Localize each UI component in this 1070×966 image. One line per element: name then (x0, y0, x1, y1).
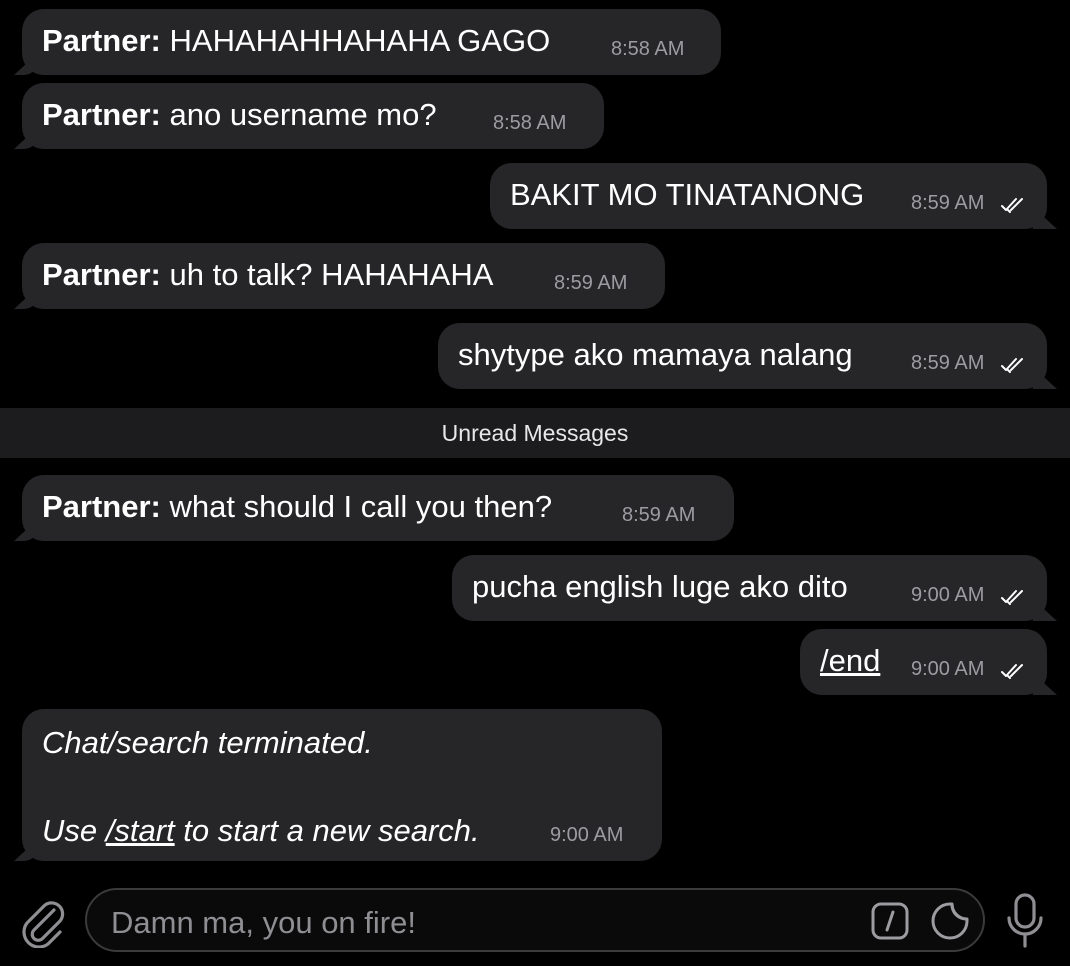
read-checkmarks-icon (1001, 664, 1023, 679)
message-time: 9:00 AM (911, 658, 985, 680)
message-bubble-incoming[interactable]: Partner: HAHAHAHHAHAHA GAGO 8:58 AM (22, 9, 721, 75)
message-bubble-incoming[interactable]: Partner: ano username mo? 8:58 AM (22, 83, 604, 149)
read-checkmarks-icon (1001, 198, 1023, 213)
message-time: 8:59 AM (911, 192, 985, 214)
message-time: 9:00 AM (550, 824, 624, 846)
message-input[interactable]: Damn ma, you on fire! (85, 888, 985, 952)
system-message-line: Use /start to start a new search. (42, 813, 480, 849)
read-checkmarks-icon (1001, 358, 1023, 373)
system-message-text: to start a new search. (174, 813, 480, 848)
message-input-placeholder: Damn ma, you on fire! (111, 905, 416, 940)
message-text: Partner: ano username mo? (42, 99, 437, 130)
start-command-link[interactable]: /start (106, 813, 175, 848)
message-body: uh to talk? HAHAHAHA (169, 256, 494, 292)
read-checkmarks-icon (1001, 590, 1023, 605)
message-text: Partner: what should I call you then? (42, 491, 552, 522)
message-bubble-outgoing[interactable]: BAKIT MO TINATANONG 8:59 AM (490, 163, 1047, 229)
sticker-icon[interactable] (930, 901, 970, 941)
message-time: 8:59 AM (622, 504, 696, 526)
message-text: Partner: HAHAHAHHAHAHA GAGO (42, 25, 550, 56)
message-time: 8:59 AM (911, 352, 985, 374)
message-body: what should I call you then? (169, 488, 553, 524)
message-text: pucha english luge ako dito (472, 568, 848, 604)
message-time: 8:58 AM (493, 112, 567, 134)
microphone-icon[interactable] (1005, 892, 1045, 950)
message-composer: Damn ma, you on fire! (0, 880, 1070, 966)
message-body: HAHAHAHHAHAHA GAGO (169, 22, 551, 58)
system-message-text: Use (42, 813, 106, 848)
message-bubble-outgoing[interactable]: pucha english luge ako dito 9:00 AM (452, 555, 1047, 621)
chat-screen: Partner: HAHAHAHHAHAHA GAGO 8:58 AM Part… (0, 0, 1070, 966)
sender-label: Partner: (42, 256, 161, 292)
unread-messages-divider: Unread Messages (0, 408, 1070, 458)
sender-label: Partner: (42, 488, 161, 524)
message-text: BAKIT MO TINATANONG (510, 176, 865, 212)
message-time: 8:58 AM (611, 38, 685, 60)
message-bubble-incoming[interactable]: Partner: uh to talk? HAHAHAHA 8:59 AM (22, 243, 665, 309)
message-bubble-outgoing[interactable]: /end 9:00 AM (800, 629, 1047, 695)
message-text: shytype ako mamaya nalang (458, 336, 853, 372)
system-message-line: Chat/search terminated. (42, 725, 373, 760)
message-time: 8:59 AM (554, 272, 628, 294)
system-message-bubble[interactable]: Chat/search terminated. Use /start to st… (22, 709, 662, 861)
message-time: 9:00 AM (911, 584, 985, 606)
message-body: ano username mo? (169, 96, 437, 132)
message-bubble-incoming[interactable]: Partner: what should I call you then? 8:… (22, 475, 734, 541)
paperclip-icon[interactable] (18, 894, 66, 948)
command-link[interactable]: /end (820, 645, 880, 676)
sender-label: Partner: (42, 96, 161, 132)
sender-label: Partner: (42, 22, 161, 58)
message-bubble-outgoing[interactable]: shytype ako mamaya nalang 8:59 AM (438, 323, 1047, 389)
message-text: Partner: uh to talk? HAHAHAHA (42, 259, 493, 290)
bot-command-icon[interactable] (871, 902, 909, 940)
